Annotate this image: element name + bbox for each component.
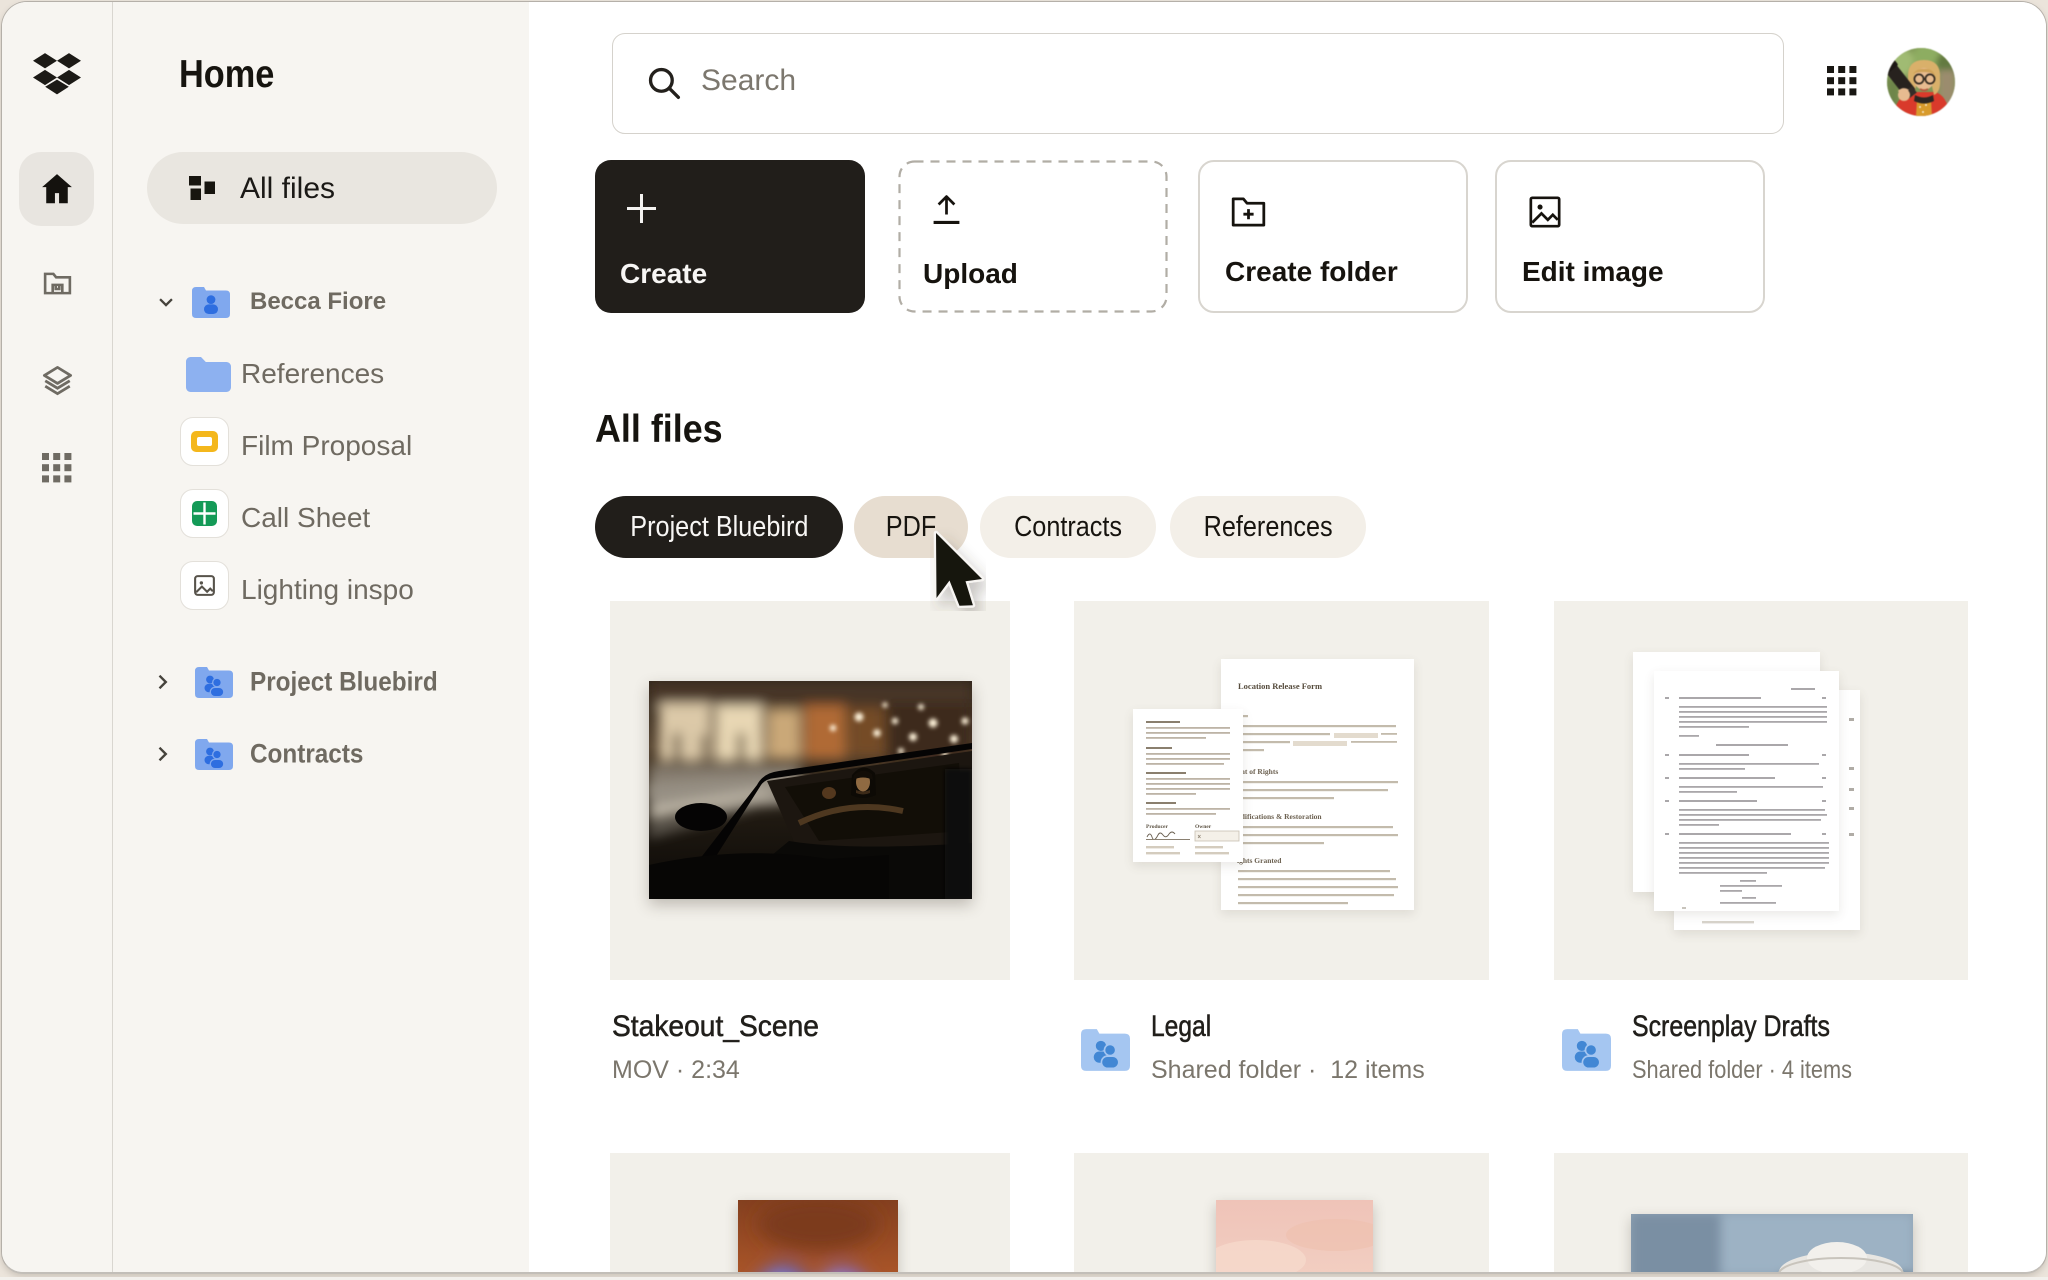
- svg-text:ant of Rights: ant of Rights: [1237, 767, 1278, 776]
- svg-text:Location Release Form: Location Release Form: [1238, 681, 1322, 691]
- svg-text:Producer: Producer: [1146, 824, 1168, 830]
- svg-text:odifications & Restoration: odifications & Restoration: [1237, 812, 1322, 821]
- svg-text:ights Granted: ights Granted: [1237, 856, 1282, 865]
- svg-text:Owner: Owner: [1195, 824, 1212, 830]
